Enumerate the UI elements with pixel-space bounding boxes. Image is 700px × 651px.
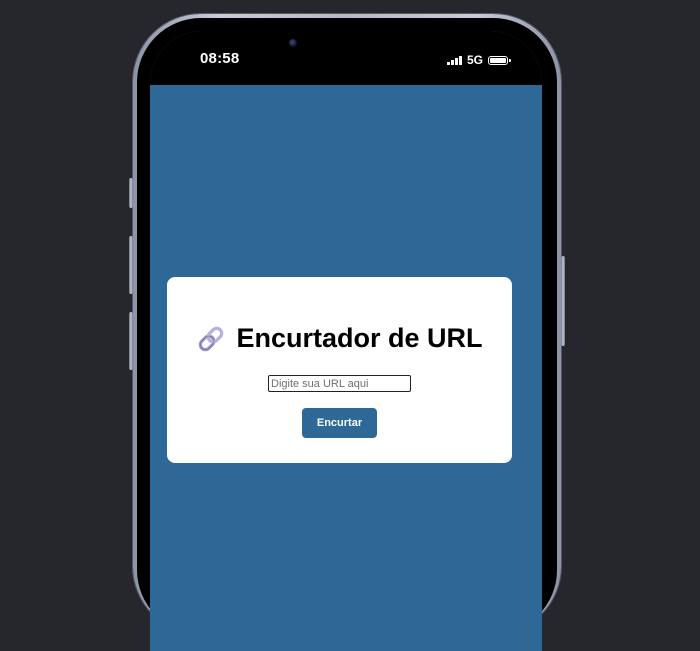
url-shortener-card: Encurtador de URL Encurtar [167, 277, 512, 463]
url-input[interactable] [268, 375, 411, 392]
power-button [561, 256, 565, 346]
phone-frame: 08:58 5G Encurtador de URL Digite sua UR… [129, 14, 565, 651]
shorten-button[interactable]: Encurtar [302, 408, 377, 438]
front-camera [289, 39, 297, 47]
link-icon [199, 326, 224, 351]
page-title: Encurtador de URL [236, 323, 483, 353]
signal-bars-icon [447, 55, 462, 65]
volume-up-button [129, 236, 133, 294]
phone-screen: 08:58 5G Encurtador de URL Digite sua UR… [150, 31, 542, 651]
silent-switch [129, 178, 133, 208]
status-time: 08:58 [200, 50, 240, 67]
battery-icon [488, 55, 511, 65]
notch [273, 31, 420, 62]
status-bar: 08:58 5G [150, 31, 542, 85]
status-indicators: 5G [447, 53, 511, 67]
volume-down-button [129, 312, 133, 370]
title-row: Encurtador de URL [167, 323, 512, 354]
network-type-label: 5G [466, 53, 483, 67]
